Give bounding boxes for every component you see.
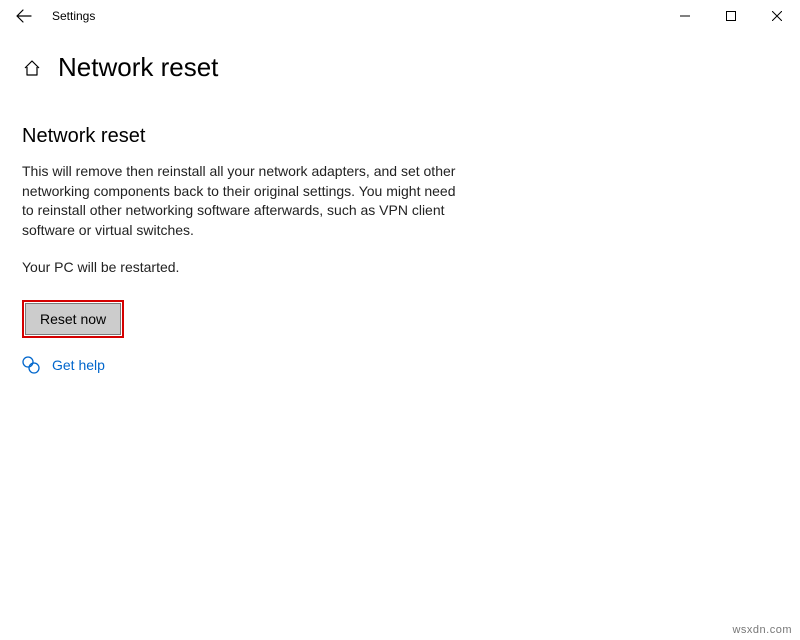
window-controls [662, 0, 800, 32]
back-arrow-icon [16, 8, 32, 24]
page-header: Network reset [0, 32, 800, 91]
maximize-icon [726, 11, 736, 21]
back-button[interactable] [8, 0, 40, 32]
watermark: wsxdn.com [732, 624, 792, 636]
home-icon-svg [23, 59, 41, 77]
section-heading: Network reset [22, 125, 458, 148]
get-help-link[interactable]: Get help [52, 357, 105, 373]
app-title: Settings [52, 9, 95, 23]
description-text: This will remove then reinstall all your… [22, 162, 458, 240]
content-area: Network reset This will remove then rein… [0, 91, 480, 374]
close-button[interactable] [754, 0, 800, 32]
reset-now-button[interactable]: Reset now [25, 303, 121, 335]
reset-highlight-box: Reset now [22, 300, 124, 338]
page-title: Network reset [58, 52, 218, 83]
close-icon [772, 11, 782, 21]
home-icon[interactable] [22, 58, 42, 78]
get-help-icon [22, 356, 40, 374]
maximize-button[interactable] [708, 0, 754, 32]
minimize-button[interactable] [662, 0, 708, 32]
help-row: Get help [22, 356, 458, 374]
restart-note: Your PC will be restarted. [22, 258, 458, 278]
minimize-icon [680, 11, 690, 21]
titlebar: Settings [0, 0, 800, 32]
